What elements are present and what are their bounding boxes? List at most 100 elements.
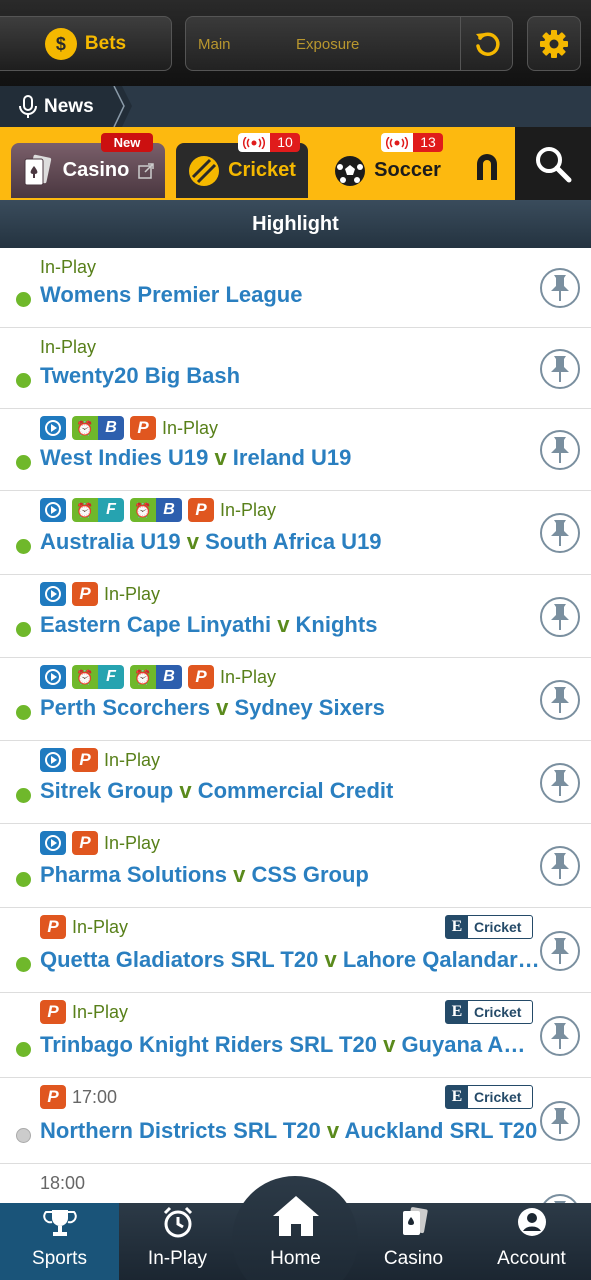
- nav-casino[interactable]: Casino: [354, 1203, 473, 1280]
- cricket-ball-icon: [189, 155, 220, 186]
- premium-market-icon: P: [130, 416, 156, 440]
- event-row[interactable]: P In-Play Trinbago Knight Riders SRL T20 v…: [0, 993, 591, 1078]
- e-cricket-label: Cricket: [474, 1004, 522, 1020]
- pin-button[interactable]: [540, 1101, 580, 1141]
- pin-button[interactable]: [540, 762, 580, 803]
- home-team: Womens Premier League: [40, 282, 303, 307]
- event-title[interactable]: Quetta Gladiators SRL T20 v Lahore Qalan…: [40, 947, 542, 973]
- event-title[interactable]: Eastern Cape Linyathi v Knights: [40, 612, 542, 638]
- event-row[interactable]: ⏰ B P In-Play West Indies U19 v Ireland U19: [0, 409, 591, 491]
- event-row[interactable]: P In-Play Sitrek Group v Commercial Credit: [0, 741, 591, 824]
- e-cricket-label: Cricket: [474, 1089, 522, 1105]
- event-title[interactable]: Womens Premier League: [40, 282, 542, 308]
- event-row[interactable]: ⏰ F ⏰ B P In-Play Australia U19 v South Africa…: [0, 491, 591, 575]
- event-meta: P In-Play: [40, 914, 128, 940]
- live-stream-icon: [40, 831, 66, 855]
- nav-label: Home: [270, 1248, 321, 1269]
- versus-label: v: [173, 778, 198, 803]
- pin-icon: [551, 520, 569, 546]
- news-tab[interactable]: News: [0, 86, 132, 127]
- away-team: Knights: [295, 612, 378, 637]
- highlight-header: Highlight: [0, 200, 591, 248]
- event-row[interactable]: In-Play Twenty20 Big Bash: [0, 328, 591, 409]
- live-stream-icon: [40, 416, 66, 440]
- nav-sports[interactable]: Sports: [0, 1203, 119, 1280]
- nav-account[interactable]: Account: [472, 1203, 591, 1280]
- bookmaker-market-icon: ⏰ B: [130, 498, 182, 522]
- event-title[interactable]: Northern Districts SRL T20 v Auckland SR…: [40, 1118, 542, 1144]
- pin-button[interactable]: [540, 1194, 580, 1203]
- bets-button[interactable]: Bets: [0, 16, 172, 71]
- refresh-button[interactable]: [460, 17, 512, 70]
- news-bar: News: [0, 86, 591, 127]
- nav-home[interactable]: Home: [236, 1196, 355, 1280]
- event-title[interactable]: Twenty20 Big Bash: [40, 363, 542, 389]
- live-stream-icon: [40, 748, 66, 772]
- event-title[interactable]: Perth Scorchers v Sydney Sixers: [40, 695, 542, 721]
- clock-icon: ⏰: [130, 498, 156, 522]
- home-team: Quetta Gladiators SRL T20: [40, 947, 319, 972]
- in-play-status: In-Play: [72, 916, 129, 937]
- pin-button[interactable]: [540, 1015, 580, 1056]
- pin-icon: [551, 275, 569, 301]
- nav-label: In-Play: [147, 1248, 208, 1269]
- home-team: Sitrek Group: [40, 778, 174, 803]
- tab-horse-racing[interactable]: [462, 140, 512, 190]
- settings-button[interactable]: [527, 16, 581, 71]
- versus-label: v: [376, 1032, 402, 1057]
- premium-market-icon: P: [188, 498, 214, 522]
- pin-button[interactable]: [540, 348, 580, 389]
- nav-inplay[interactable]: In-Play: [118, 1203, 237, 1280]
- event-title[interactable]: Australia U19 v South Africa U19: [40, 529, 542, 555]
- fancy-market-icon: ⏰ F: [72, 665, 124, 689]
- pin-button[interactable]: [540, 430, 580, 470]
- pin-icon: [551, 686, 569, 713]
- bets-label: Bets: [84, 32, 127, 54]
- pin-button[interactable]: [540, 679, 580, 720]
- news-label: News: [44, 95, 94, 117]
- event-row[interactable]: P 17:00 Northern Districts SRL T20 v Auckl…: [0, 1078, 591, 1164]
- exposure-label: Exposure: [296, 36, 360, 53]
- home-team: Northern Districts SRL T20: [40, 1118, 321, 1143]
- pin-button[interactable]: [540, 596, 580, 637]
- pin-icon: [551, 937, 569, 964]
- in-play-status: In-Play: [104, 583, 161, 604]
- event-meta: In-Play: [40, 254, 96, 280]
- live-indicator-dot: [16, 539, 31, 554]
- event-row[interactable]: P In-Play Quetta Gladiators SRL T20 v Laho…: [0, 908, 591, 993]
- pin-icon: [551, 437, 569, 463]
- start-time: 17:00: [72, 1086, 118, 1107]
- pin-button[interactable]: [540, 930, 580, 971]
- event-row[interactable]: P In-Play Pharma Solutions v CSS Group: [0, 824, 591, 908]
- event-title[interactable]: Trinbago Knight Riders SRL T20 v Guyana …: [40, 1032, 542, 1058]
- clock-icon: ⏰: [130, 665, 156, 689]
- event-row[interactable]: P In-Play Eastern Cape Linyathi v Knights: [0, 575, 591, 658]
- premium-market-icon: P: [188, 665, 214, 689]
- event-title[interactable]: Pharma Solutions v CSS Group: [40, 862, 542, 888]
- pin-button[interactable]: [540, 513, 580, 553]
- start-time: 18:00: [40, 1172, 86, 1193]
- event-title[interactable]: West Indies U19 v Ireland U19: [40, 445, 542, 471]
- in-play-status: In-Play: [72, 1001, 129, 1022]
- live-stream-icon: [40, 582, 66, 606]
- e-cricket-letter: E: [446, 1086, 468, 1108]
- home-team: Australia U19: [40, 529, 181, 554]
- pin-button[interactable]: [540, 846, 580, 886]
- live-indicator-dot: [16, 455, 31, 470]
- pin-icon: [551, 355, 569, 382]
- search-button[interactable]: [515, 127, 591, 200]
- pin-button[interactable]: [540, 268, 580, 308]
- event-meta: ⏰ F ⏰ B P In-Play: [40, 664, 276, 690]
- live-indicator-dot: [16, 622, 31, 637]
- versus-label: v: [271, 612, 296, 637]
- event-row[interactable]: ⏰ F ⏰ B P In-Play Perth Scorchers v Sydney Six…: [0, 658, 591, 741]
- pin-icon: [551, 1022, 569, 1049]
- event-row[interactable]: In-Play Womens Premier League: [0, 248, 591, 328]
- live-broadcast-icon: [381, 133, 413, 152]
- balance-exposure-panel: Main Exposure: [185, 16, 513, 71]
- premium-market-icon: P: [40, 915, 66, 939]
- pin-icon: [551, 603, 569, 630]
- event-title[interactable]: Sitrek Group v Commercial Credit: [40, 778, 542, 804]
- user-icon: [516, 1206, 548, 1244]
- live-indicator-dot: [16, 705, 31, 720]
